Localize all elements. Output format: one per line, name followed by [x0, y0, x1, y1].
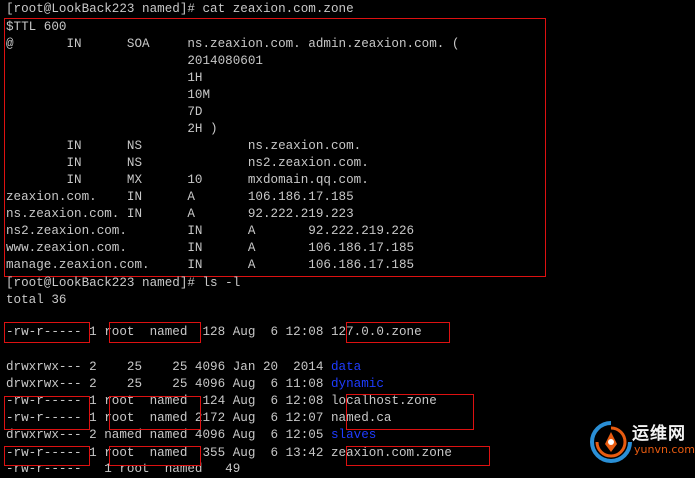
file-row: drwxrwx--- 2 25 25 4096 Aug 6 11:08 dyna… [6, 376, 384, 393]
file-row: drwxrwx--- 2 25 25 4096 Jan 20 2014 data [6, 359, 361, 376]
command-cat: [root@LookBack223 named]# cat zeaxion.co… [6, 2, 354, 16]
watermark-title: 运维网 [632, 424, 686, 444]
file-row-info: drwxrwx--- 2 25 25 4096 Aug 6 11:08 [6, 377, 331, 391]
filename-highlight [346, 322, 450, 343]
filename-highlight [346, 446, 490, 466]
filename-highlight [346, 394, 474, 430]
file-row-info: drwxrwx--- 2 named named 4096 Aug 6 12:0… [6, 428, 331, 442]
watermark-url: yunvn.com [634, 443, 695, 456]
owner-highlight [109, 396, 201, 430]
directory-name: slaves [330, 428, 377, 442]
total-line: total 36 [6, 293, 67, 307]
permission-highlight [4, 322, 90, 343]
permission-highlight [4, 396, 90, 430]
command-ls: [root@LookBack223 named]# ls -l [6, 276, 241, 290]
directory-name: data [330, 360, 362, 374]
permission-highlight [4, 446, 90, 466]
watermark-logo-icon [590, 421, 632, 463]
file-row-info: drwxrwx--- 2 25 25 4096 Jan 20 2014 [6, 360, 331, 374]
site-watermark: 运维网 yunvn.com [586, 416, 695, 467]
terminal-window[interactable]: [root@LookBack223 named]# cat zeaxion.co… [0, 0, 695, 476]
owner-highlight [109, 446, 201, 466]
owner-highlight [109, 322, 201, 343]
zone-file-highlight [4, 18, 546, 277]
directory-name: dynamic [330, 377, 384, 391]
